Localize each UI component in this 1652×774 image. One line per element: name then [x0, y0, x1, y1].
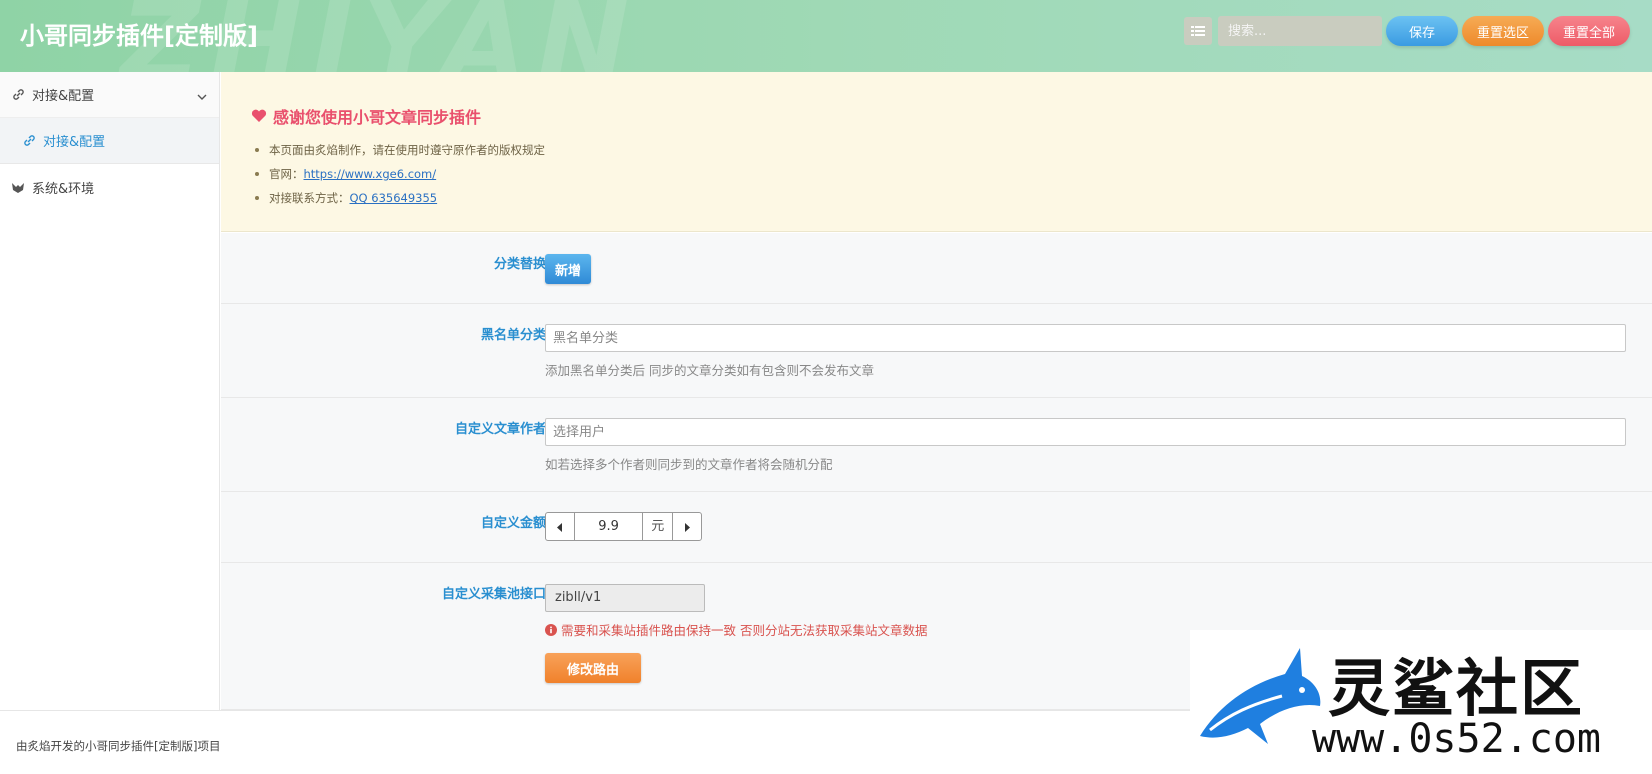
- decrement-button[interactable]: [546, 513, 575, 540]
- add-category-button[interactable]: 新增: [545, 254, 591, 284]
- amount-stepper: 9.9 元: [545, 512, 702, 541]
- info-icon: [545, 623, 557, 636]
- route-label: 自定义采集池接口: [441, 587, 546, 602]
- search-input[interactable]: [1218, 16, 1382, 46]
- system-logo-icon: [11, 180, 25, 194]
- chevron-down-icon: [197, 89, 207, 104]
- caret-right-icon: [684, 517, 691, 536]
- amount-unit: 元: [642, 513, 672, 540]
- sidebar-subitem-integration[interactable]: 对接&配置: [0, 118, 219, 164]
- route-warning: 需要和采集站插件路由保持一致 否则分站无法获取采集站文章数据: [545, 620, 927, 639]
- list-toggle-button[interactable]: [1184, 17, 1212, 45]
- site-watermark-logo: 灵鲨社区 www.0s52.com: [1190, 630, 1652, 774]
- amount-row: 自定义金额 9.9 元: [221, 492, 1652, 563]
- sidebar-item-system[interactable]: 系统&环境: [0, 164, 219, 210]
- author-row: 自定义文章作者 如若选择多个作者则同步到的文章作者将会随机分配: [221, 398, 1652, 492]
- blacklist-hint: 添加黑名单分类后 同步的文章分类如有包含则不会发布文章: [545, 363, 874, 378]
- category-replace-row: 分类替换 新增: [221, 233, 1652, 304]
- qq-contact-link[interactable]: QQ 635649355: [350, 191, 438, 205]
- author-hint: 如若选择多个作者则同步到的文章作者将会随机分配: [545, 457, 833, 472]
- category-replace-label: 分类替换: [493, 257, 546, 272]
- watermark-brand: 灵鲨社区: [1328, 652, 1585, 725]
- blacklist-row: 黑名单分类 添加黑名单分类后 同步的文章分类如有包含则不会发布文章: [221, 304, 1652, 398]
- reset-selection-button[interactable]: 重置选区: [1462, 16, 1544, 46]
- welcome-notice: 感谢您使用小哥文章同步插件 本页面由炙焰制作，请在使用时遵守原作者的版权规定 官…: [221, 72, 1652, 232]
- notice-list: 本页面由炙焰制作，请在使用时遵守原作者的版权规定 官网：https://www.…: [255, 138, 545, 210]
- increment-button[interactable]: [672, 513, 701, 540]
- caret-left-icon: [556, 517, 563, 536]
- author-select-input[interactable]: [545, 418, 1626, 446]
- route-warning-text: 需要和采集站插件路由保持一致 否则分站无法获取采集站文章数据: [561, 623, 928, 638]
- route-input[interactable]: zibll/v1: [545, 584, 705, 612]
- link-icon: [22, 134, 36, 148]
- link-icon: [11, 88, 25, 102]
- amount-value[interactable]: 9.9: [575, 513, 643, 540]
- footer-text: 由炙焰开发的小哥同步插件[定制版]项目: [16, 739, 221, 753]
- shark-logo-icon: [1190, 644, 1325, 758]
- sidebar-item-integration[interactable]: 对接&配置: [0, 72, 219, 118]
- reset-all-button[interactable]: 重置全部: [1548, 16, 1630, 46]
- sidebar-item-label: 对接&配置: [32, 89, 95, 104]
- heart-icon: [251, 109, 267, 123]
- blacklist-input[interactable]: [545, 324, 1626, 352]
- modify-route-button[interactable]: 修改路由: [545, 653, 641, 683]
- sidebar-item-label: 对接&配置: [43, 135, 106, 150]
- notice-title-text: 感谢您使用小哥文章同步插件: [273, 108, 482, 127]
- website-link[interactable]: https://www.xge6.com/: [304, 167, 437, 181]
- sidebar: 对接&配置 对接&配置 系统&环境: [0, 72, 220, 710]
- app-title: 小哥同步插件[定制版]: [20, 22, 258, 50]
- notice-line-contact: 对接联系方式：QQ 635649355: [255, 186, 545, 210]
- amount-label: 自定义金额: [480, 516, 546, 531]
- notice-title: 感谢您使用小哥文章同步插件: [251, 104, 481, 128]
- notice-line-website: 官网：https://www.xge6.com/: [255, 162, 545, 186]
- header-bar: ZHIYAN 小哥同步插件[定制版] 保存 重置选区 重置全部: [0, 0, 1652, 72]
- author-label: 自定义文章作者: [454, 422, 546, 437]
- blacklist-label: 黑名单分类: [480, 328, 546, 343]
- save-button[interactable]: 保存: [1386, 16, 1458, 46]
- notice-line-copyright: 本页面由炙焰制作，请在使用时遵守原作者的版权规定: [255, 138, 545, 162]
- sidebar-item-label: 系统&环境: [32, 181, 95, 197]
- list-icon: [1191, 22, 1205, 41]
- watermark-url: www.0s52.com: [1312, 716, 1601, 762]
